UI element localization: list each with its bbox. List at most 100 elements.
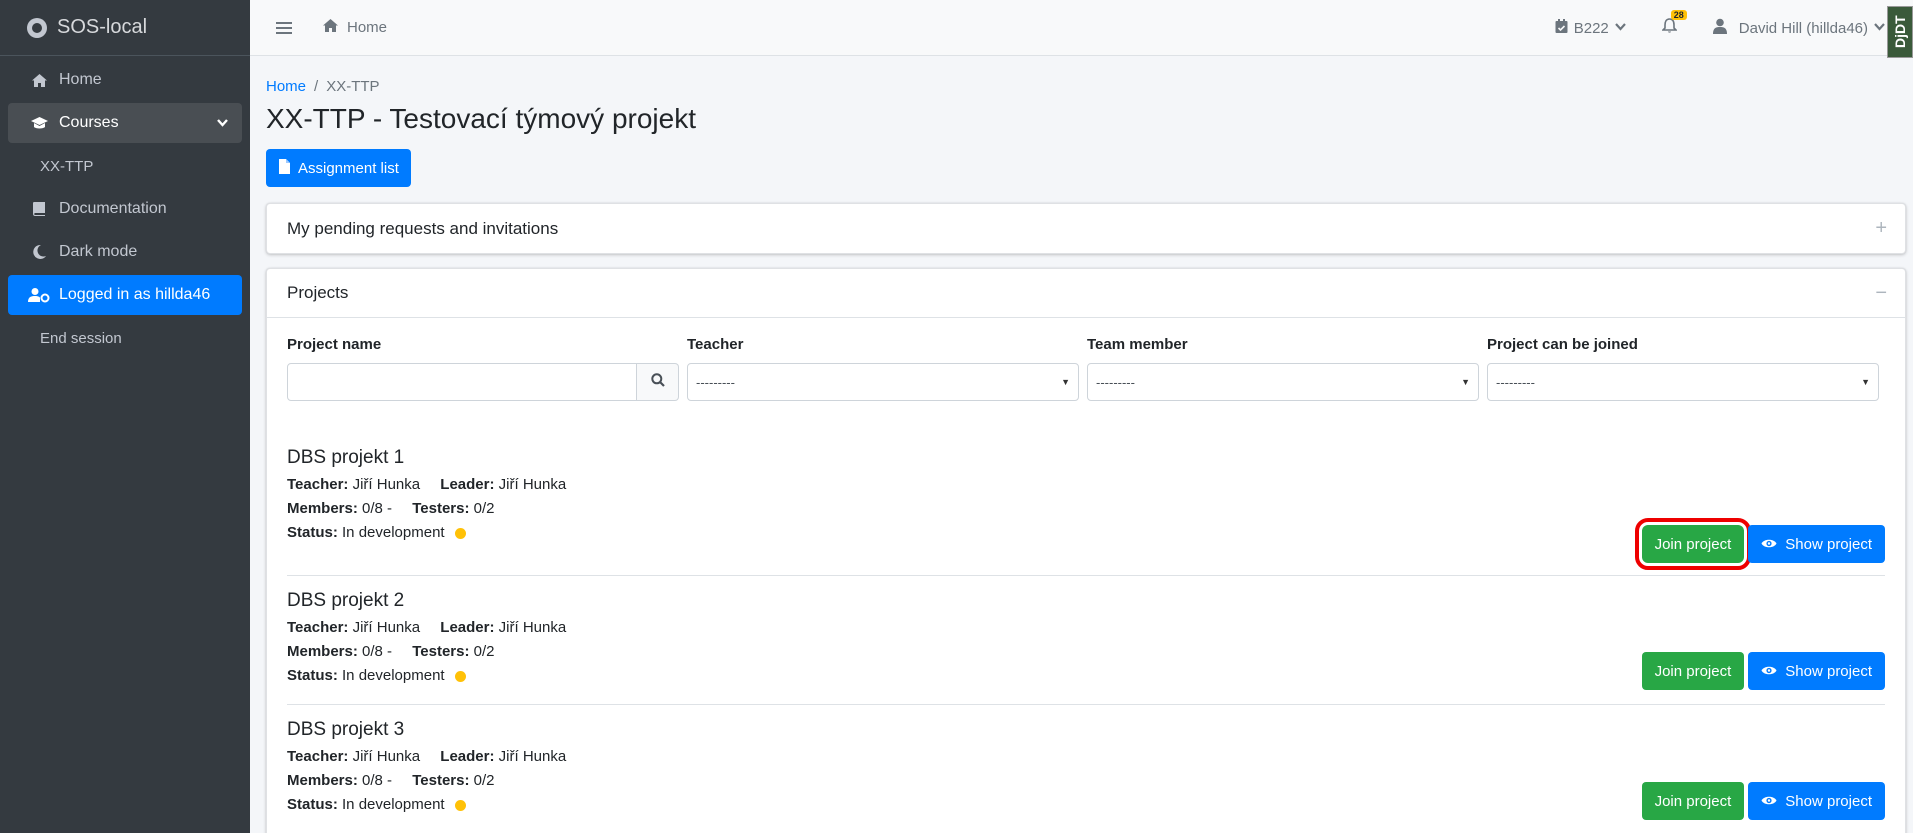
chevron-down-icon: [1614, 22, 1626, 34]
file-icon: [278, 158, 290, 178]
lifebuoy-logo-icon: [27, 17, 47, 38]
members-value: 0/8 -: [362, 772, 393, 789]
members-value: 0/8 -: [362, 643, 393, 660]
show-project-label: Show project: [1785, 535, 1872, 553]
filter-team-member: Team member --------- ▼: [1087, 336, 1479, 401]
expand-plus-icon[interactable]: +: [1875, 217, 1887, 240]
status-label: Status:: [287, 796, 338, 813]
sidebar-item-label: Dark mode: [59, 243, 138, 260]
navbar-home-link[interactable]: Home: [322, 18, 387, 37]
hamburger-menu-icon[interactable]: [276, 21, 292, 34]
leader-value: Jiří Hunka: [498, 476, 567, 493]
assignment-list-button[interactable]: Assignment list: [266, 149, 411, 187]
calendar-check-icon: [1555, 18, 1568, 38]
leader-label: Leader:: [440, 748, 495, 765]
leader-value: Jiří Hunka: [498, 748, 567, 765]
project-item: DBS projekt 1 Teacher: Jiří Hunka Leader…: [287, 447, 1885, 576]
user-menu[interactable]: David Hill (hillda46): [1712, 18, 1885, 38]
project-people: Teacher: Jiří Hunka Leader: Jiří Hunka: [287, 748, 1885, 766]
filter-label: Teacher: [687, 336, 744, 353]
status-label: Status:: [287, 524, 338, 541]
projects-body: Project name Teacher --------- ▼ Team me…: [267, 318, 1905, 833]
home-icon: [322, 18, 339, 37]
navbar-home-label: Home: [347, 19, 388, 36]
sidebar-item-xx-ttp[interactable]: XX-TTP: [8, 146, 242, 186]
chevron-down-icon: [1874, 22, 1885, 34]
select-value: ---------: [696, 374, 735, 390]
join-project-button[interactable]: Join project: [1634, 518, 1752, 570]
testers-label: Testers:: [412, 643, 470, 660]
brand[interactable]: SOS-local: [0, 0, 250, 56]
pending-requests-header[interactable]: My pending requests and invitations +: [267, 204, 1905, 253]
sidebar-item-home[interactable]: Home: [8, 60, 242, 100]
teacher-value: Jiří Hunka: [352, 619, 421, 636]
project-people: Teacher: Jiří Hunka Leader: Jiří Hunka: [287, 476, 1885, 494]
sidebar-item-end-session[interactable]: End session: [8, 318, 242, 358]
django-debug-toolbar-handle[interactable]: DjDT: [1887, 6, 1913, 58]
projects-header[interactable]: Projects −: [267, 269, 1905, 318]
sidebar-item-label: Courses: [59, 114, 119, 131]
members-label: Members:: [287, 500, 358, 517]
notifications-button[interactable]: 28: [1660, 10, 1687, 38]
sidebar-item-logged-in[interactable]: Logged in as hillda46: [8, 275, 242, 315]
testers-label: Testers:: [412, 772, 470, 789]
sidebar-item-dark-mode[interactable]: Dark mode: [8, 232, 242, 272]
navbar-right: B222 28 David Hill (hillda46) DjDT: [1555, 0, 1913, 58]
breadcrumb-home-link[interactable]: Home: [266, 78, 306, 95]
sidebar-item-label: End session: [40, 329, 122, 347]
collapse-minus-icon[interactable]: −: [1875, 282, 1887, 305]
status-value: In development: [342, 667, 445, 684]
teacher-value: Jiří Hunka: [352, 476, 421, 493]
members-value: 0/8 -: [362, 500, 393, 517]
breadcrumb-separator: /: [314, 78, 319, 95]
pending-requests-title: My pending requests and invitations: [287, 218, 559, 238]
top-navbar: Home B222 28 David Hill (hillda46) DjDT: [250, 0, 1913, 58]
sidebar-nav: Home Courses XX-TTP Documentation Dark m…: [0, 56, 250, 365]
search-icon: [650, 372, 665, 392]
eye-icon: [1761, 793, 1777, 810]
sidebar-item-documentation[interactable]: Documentation: [8, 189, 242, 229]
show-project-button[interactable]: Show project: [1748, 525, 1885, 563]
status-dot-icon: [454, 670, 466, 682]
testers-value: 0/2: [473, 643, 495, 660]
join-project-label: Join project: [1654, 535, 1732, 553]
show-project-button[interactable]: Show project: [1748, 782, 1885, 820]
home-icon: [27, 73, 51, 88]
teacher-select[interactable]: --------- ▼: [687, 363, 1079, 401]
join-project-button[interactable]: Join project: [1641, 652, 1745, 690]
filter-label: Project can be joined: [1487, 336, 1638, 353]
testers-value: 0/2: [473, 772, 495, 789]
leader-label: Leader:: [440, 476, 495, 493]
project-name-input[interactable]: [287, 363, 637, 401]
join-project-button[interactable]: Join project: [1641, 782, 1745, 820]
project-name: DBS projekt 3: [287, 719, 405, 740]
can-join-select[interactable]: --------- ▼: [1487, 363, 1879, 401]
pending-requests-card: My pending requests and invitations +: [266, 203, 1906, 254]
members-label: Members:: [287, 772, 358, 789]
caret-down-icon: ▼: [1461, 377, 1470, 387]
leader-value: Jiří Hunka: [498, 619, 567, 636]
status-dot-icon: [454, 799, 466, 811]
bell-icon: [1660, 18, 1678, 38]
filter-project-name: Project name: [287, 336, 679, 401]
teacher-label: Teacher:: [287, 748, 349, 765]
status-value: In development: [342, 524, 445, 541]
sidebar-item-courses[interactable]: Courses: [8, 103, 242, 143]
team-member-select[interactable]: --------- ▼: [1087, 363, 1479, 401]
show-project-label: Show project: [1785, 662, 1872, 680]
status-value: In development: [342, 796, 445, 813]
project-capacity: Members: 0/8 - Testers: 0/2: [287, 500, 1885, 518]
project-list: DBS projekt 1 Teacher: Jiří Hunka Leader…: [287, 447, 1885, 833]
search-button[interactable]: [637, 363, 679, 401]
filter-can-join: Project can be joined --------- ▼: [1487, 336, 1879, 401]
select-value: ---------: [1496, 374, 1535, 390]
show-project-button[interactable]: Show project: [1748, 652, 1885, 690]
notifications-badge: 28: [1670, 10, 1687, 20]
teacher-label: Teacher:: [287, 476, 349, 493]
graduation-cap-icon: [27, 116, 51, 130]
semester-dropdown[interactable]: B222: [1555, 18, 1626, 38]
breadcrumb-current: XX-TTP: [326, 78, 380, 95]
sidebar: SOS-local Home Courses XX-TTP Documentat…: [0, 0, 250, 833]
project-name-group: [287, 363, 679, 401]
breadcrumb: Home / XX-TTP: [266, 78, 1906, 95]
